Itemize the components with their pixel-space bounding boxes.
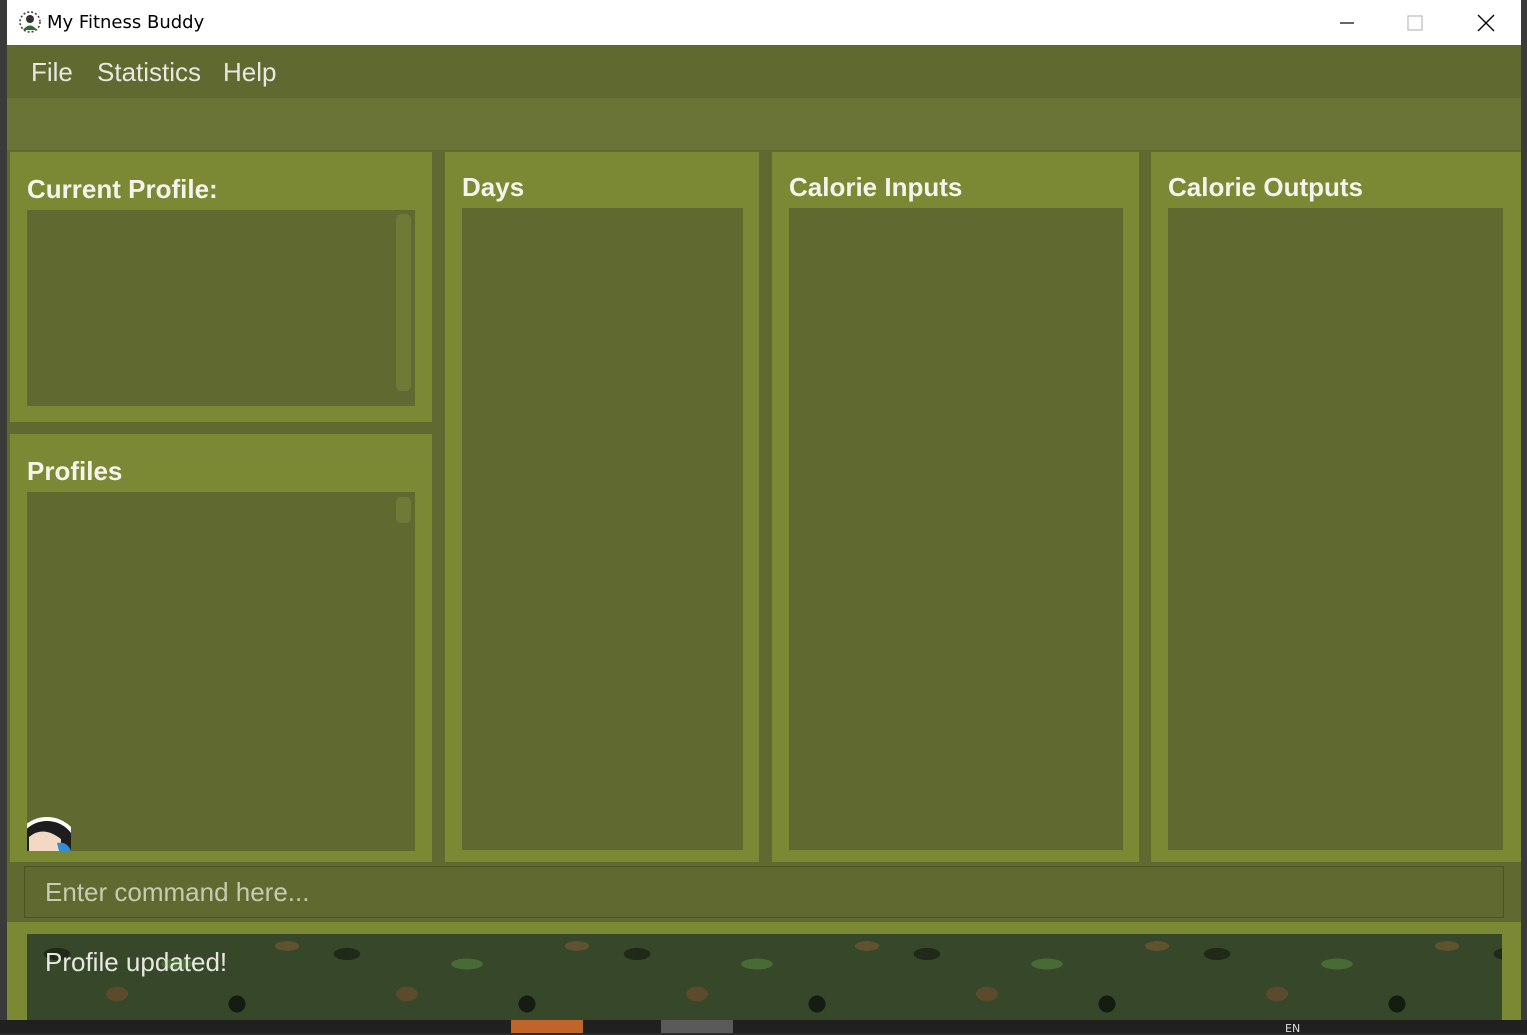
calorie-inputs-title: Calorie Inputs [789,172,963,202]
taskbar-app-button[interactable] [661,1020,733,1033]
command-input[interactable] [24,866,1504,918]
desktop-edge-left [0,0,7,1033]
taskbar-app-button[interactable] [511,1020,583,1033]
calorie-inputs-list[interactable] [789,208,1123,850]
calorie-outputs-list[interactable] [1168,208,1503,850]
result-display: Profile updated! [27,934,1502,1020]
menu-file[interactable]: File [31,57,73,88]
days-title: Days [462,172,525,202]
menu-statistics[interactable]: Statistics [97,57,201,88]
title-bar: My Fitness Buddy [7,0,1521,45]
profiles-scrollbar[interactable] [396,497,411,523]
maximize-icon [1407,15,1423,31]
menu-help[interactable]: Help [223,57,276,88]
taskbar: EN [0,1020,1527,1035]
app-window: My Fitness Buddy File Statistics Help Cu… [7,0,1521,1020]
current-profile-scrollbar[interactable] [396,214,411,391]
minimize-button[interactable] [1313,0,1381,45]
profiles-list[interactable] [27,492,415,851]
profiles-title: Profiles [27,456,123,486]
language-indicator[interactable]: EN [1285,1022,1300,1035]
maximize-button[interactable] [1381,0,1449,45]
close-button[interactable] [1452,0,1520,45]
result-text: Profile updated! [45,947,228,977]
avatar [27,815,71,851]
current-profile-title: Current Profile: [27,174,218,204]
days-list[interactable] [462,208,743,850]
panel-divider[interactable] [10,422,432,434]
toolbar-strip [7,98,1521,150]
calorie-outputs-title: Calorie Outputs [1168,172,1364,202]
current-profile-list[interactable] [27,210,415,406]
minimize-icon [1340,22,1354,24]
window-title: My Fitness Buddy [47,12,205,33]
desktop-edge-right [1521,0,1527,1033]
close-icon [1477,14,1495,32]
app-logo-icon [19,11,41,33]
